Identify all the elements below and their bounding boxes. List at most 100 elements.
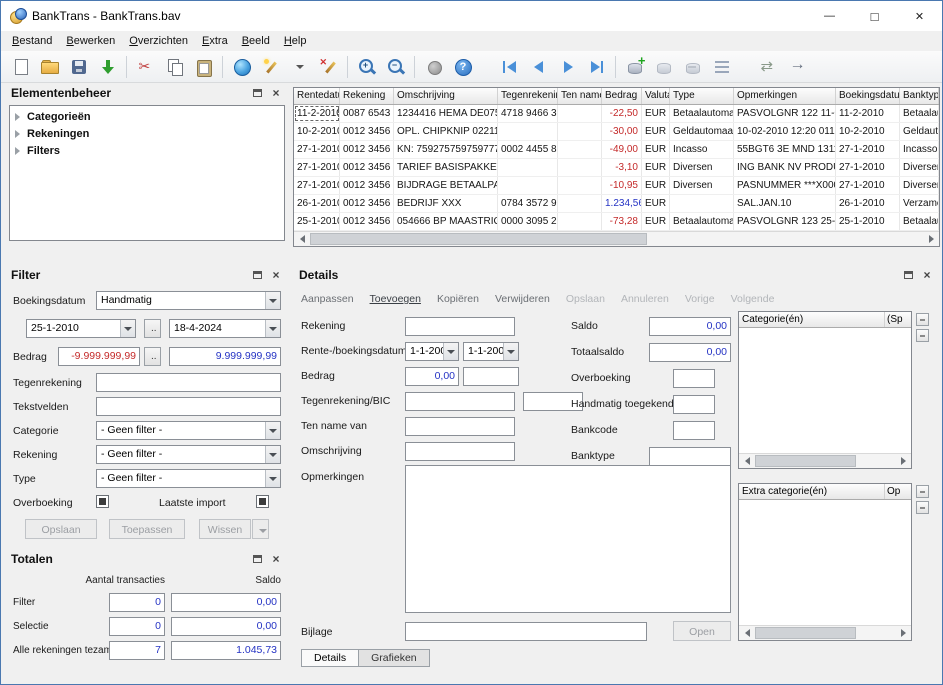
type-filter-select[interactable]: - Geen filter -	[96, 469, 281, 488]
chevron-down-icon[interactable]	[265, 470, 280, 487]
bedrag-extra-input[interactable]	[463, 367, 519, 386]
banktype-input[interactable]	[649, 447, 731, 466]
bankcode-input[interactable]	[673, 421, 715, 440]
chevron-down-icon[interactable]	[120, 320, 135, 337]
chevron-down-icon[interactable]	[265, 422, 280, 439]
export-button[interactable]	[784, 54, 811, 80]
menu-item-overzichten[interactable]: Overzichten	[122, 33, 195, 49]
nav-first-button[interactable]	[496, 54, 523, 80]
action-verwijderen[interactable]: Verwijderen	[495, 293, 550, 305]
rekening-input[interactable]	[405, 317, 515, 336]
categories-scrollbar[interactable]	[739, 453, 911, 468]
expander-icon[interactable]	[15, 130, 27, 138]
opslaan-button[interactable]: Opslaan	[25, 519, 97, 539]
date-range-button[interactable]: ..	[144, 319, 161, 338]
scroll-right-icon[interactable]	[895, 454, 911, 468]
tegenrekening-input[interactable]	[96, 373, 281, 392]
expander-icon[interactable]	[15, 113, 27, 121]
column-header-omschrijving[interactable]: Omschrijving	[394, 88, 498, 104]
new-file-button[interactable]	[7, 54, 34, 80]
maximize-button[interactable]: □	[852, 1, 897, 31]
column-header-valuta[interactable]: Valuta	[642, 88, 670, 104]
extra-categories-tool-button[interactable]	[916, 485, 929, 498]
date-to-select[interactable]: 18-4-2024	[169, 319, 281, 338]
open-button[interactable]: Open	[673, 621, 731, 641]
menu-item-help[interactable]: Help	[277, 33, 314, 49]
tree-item-categorieen[interactable]: Categorieën	[10, 108, 284, 125]
record-button[interactable]	[420, 54, 447, 80]
close-button[interactable]: ✕	[897, 1, 942, 31]
db-delete-button[interactable]	[679, 54, 706, 80]
undock-icon[interactable]	[250, 552, 264, 566]
save-file-button[interactable]	[65, 54, 92, 80]
boekingsdatum-select[interactable]: Handmatig	[96, 291, 281, 310]
minimize-button[interactable]: —	[807, 1, 852, 31]
close-icon[interactable]: ×	[269, 268, 283, 282]
categories-tool-button[interactable]	[916, 329, 929, 342]
tab-details[interactable]: Details	[301, 649, 359, 667]
expander-icon[interactable]	[15, 147, 27, 155]
nav-last-button[interactable]	[583, 54, 610, 80]
scroll-left-icon[interactable]	[739, 626, 755, 640]
close-icon[interactable]: ×	[269, 86, 283, 100]
tab-grafieken[interactable]: Grafieken	[359, 649, 430, 667]
action-toevoegen[interactable]: Toevoegen	[370, 293, 421, 305]
extra-categories-list[interactable]	[739, 500, 911, 625]
toepassen-button[interactable]: Toepassen	[109, 519, 185, 539]
saldo-input[interactable]: 0,00	[649, 317, 731, 336]
wissen-button[interactable]: Wissen	[199, 519, 251, 539]
rentedatum-select[interactable]: 1-1-200	[405, 342, 459, 361]
table-row[interactable]: 27-1-20100012 3456 78BIJDRAGE BETAALPAS …	[294, 177, 939, 195]
tekstvelden-input[interactable]	[96, 397, 281, 416]
overboeking-checkbox[interactable]	[96, 495, 109, 508]
tree-item-filters[interactable]: Filters	[10, 142, 284, 159]
chevron-down-icon[interactable]	[265, 320, 280, 337]
nav-next-button[interactable]	[554, 54, 581, 80]
tegenrekening-detail-input[interactable]	[405, 392, 515, 411]
copy-button[interactable]	[161, 54, 188, 80]
opmerkingen-textarea[interactable]	[405, 465, 731, 613]
scrollbar-thumb[interactable]	[755, 627, 856, 639]
laatste-import-checkbox[interactable]	[256, 495, 269, 508]
rekening-filter-select[interactable]: - Geen filter -	[96, 445, 281, 464]
column-header-boekingsdatum[interactable]: Boekingsdatum	[836, 88, 900, 104]
table-row[interactable]: 27-1-20100012 3456 78KN: 759275759759777…	[294, 141, 939, 159]
chevron-down-icon[interactable]	[265, 292, 280, 309]
scrollbar-track[interactable]	[755, 454, 895, 468]
table-row[interactable]: 27-1-20100012 3456 78TARIEF BASISPAKKET …	[294, 159, 939, 177]
column-header-rentedatum[interactable]: Rentedatum	[294, 88, 340, 104]
bedrag-range-button[interactable]: ..	[144, 347, 161, 366]
refresh-button[interactable]	[755, 54, 782, 80]
undock-icon[interactable]	[250, 86, 264, 100]
menu-item-bewerken[interactable]: Bewerken	[59, 33, 122, 49]
table-row[interactable]: 26-1-20100012 3456 78BEDRIJF XXX0784 357…	[294, 195, 939, 213]
wand-clear-button[interactable]	[315, 54, 342, 80]
caret-button[interactable]	[286, 54, 313, 80]
db-filter-button[interactable]	[708, 54, 735, 80]
chevron-down-icon[interactable]	[265, 446, 280, 463]
bedrag-max-input[interactable]: 9.999.999,99	[169, 347, 281, 366]
tree-item-rekeningen[interactable]: Rekeningen	[10, 125, 284, 142]
scrollbar-thumb[interactable]	[755, 455, 856, 467]
column-header-type[interactable]: Type	[670, 88, 734, 104]
chevron-down-icon[interactable]	[443, 343, 458, 360]
table-row[interactable]: 11-2-20100087 6543 211234416 HEMA DE075 …	[294, 105, 939, 123]
categorie-select[interactable]: - Geen filter -	[96, 421, 281, 440]
action-kopieren[interactable]: Kopiëren	[437, 293, 479, 305]
menu-item-bestand[interactable]: Bestand	[5, 33, 59, 49]
column-header-bedrag[interactable]: Bedrag	[602, 88, 642, 104]
categories-tool-button[interactable]	[916, 313, 929, 326]
categories-button[interactable]	[228, 54, 255, 80]
column-header-rekening[interactable]: Rekening	[340, 88, 394, 104]
import-button[interactable]	[94, 54, 121, 80]
scroll-right-icon[interactable]	[923, 232, 939, 246]
wissen-dropdown-button[interactable]	[252, 519, 269, 539]
bijlage-input[interactable]	[405, 622, 647, 641]
scroll-right-icon[interactable]	[895, 626, 911, 640]
overboeking-detail-input[interactable]	[673, 369, 715, 388]
scrollbar-track[interactable]	[755, 626, 895, 640]
totaalsaldo-input[interactable]: 0,00	[649, 343, 731, 362]
zoom-in-button[interactable]	[353, 54, 380, 80]
bedrag-min-input[interactable]: -9.999.999,99	[58, 347, 140, 366]
paste-button[interactable]	[190, 54, 217, 80]
